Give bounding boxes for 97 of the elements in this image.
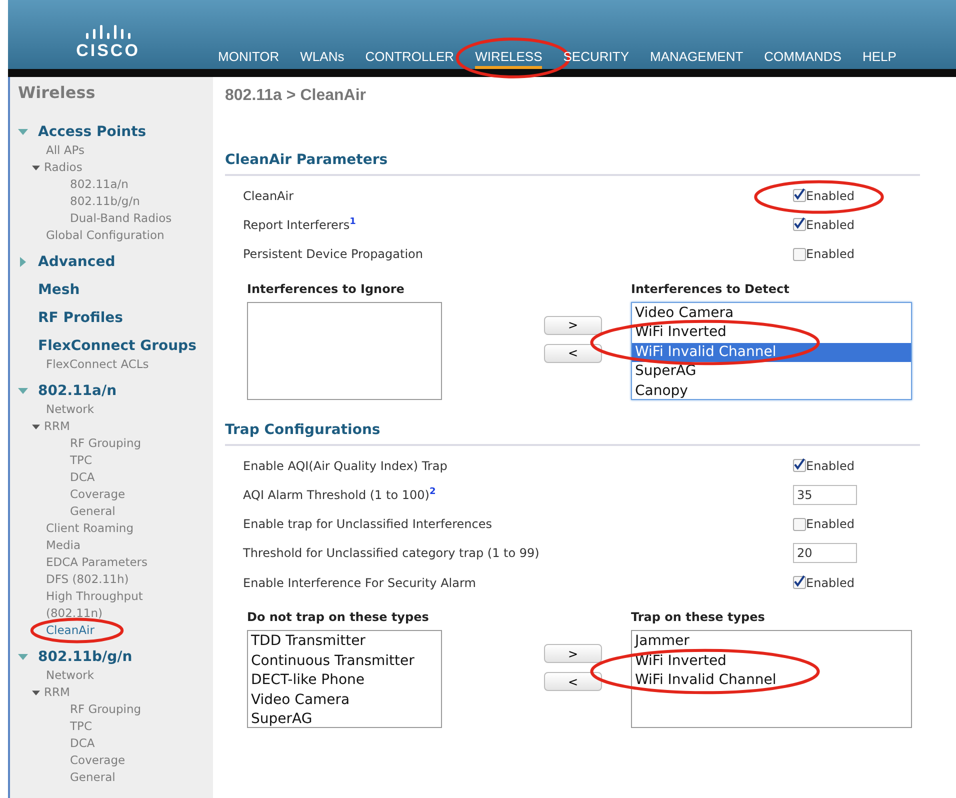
section-heading: CleanAir Parameters — [225, 152, 920, 176]
sidebar-item[interactable]: TPC — [70, 452, 92, 469]
list-title: Do not trap on these types — [247, 610, 430, 626]
sidebar-section[interactable]: RF Profiles — [38, 310, 124, 326]
checkbox-label: Enabled — [806, 188, 854, 203]
logo-bars-icon — [84, 25, 132, 41]
list-option[interactable]: Canopy — [632, 382, 911, 402]
nav-tab[interactable]: COMMANDS — [764, 49, 842, 69]
nav-tab[interactable]: WLANs — [300, 49, 344, 69]
list-option[interactable]: Continuous Transmitter — [248, 652, 441, 672]
sidebar-section[interactable]: 802.11b/g/n — [38, 649, 132, 665]
sidebar-item[interactable]: RF Grouping — [70, 435, 142, 452]
move-left-button[interactable]: < — [544, 344, 602, 363]
sidebar-item[interactable]: General — [70, 503, 116, 520]
field-label: Enable AQI(Air Quality Index) Trap — [243, 458, 448, 473]
sidebar-title: Wireless — [18, 83, 96, 102]
sidebar-item[interactable]: DCA — [70, 469, 95, 486]
caret-icon[interactable] — [32, 164, 40, 172]
list-title: Interferences to Ignore — [247, 282, 406, 298]
input-field[interactable]: 35 — [793, 484, 857, 505]
list-option[interactable]: WiFi Inverted — [632, 323, 911, 343]
sidebar-item[interactable]: Radios — [44, 159, 82, 176]
nav-tab[interactable]: MONITOR — [218, 49, 280, 69]
list-title: Interferences to Detect — [631, 282, 790, 298]
sidebar-item[interactable]: Media — [46, 537, 81, 554]
checkbox[interactable] — [793, 189, 806, 202]
list-option[interactable]: DECT-like Phone — [248, 671, 441, 691]
page-title: 802.11a > CleanAir — [225, 87, 367, 105]
checkbox-label: Enabled — [806, 517, 854, 532]
nav-tab[interactable]: CONTROLLER — [365, 49, 454, 69]
sidebar-section[interactable]: 802.11a/n — [38, 383, 117, 399]
list-box[interactable]: Video Camera WiFi Inverted WiFi Invalid Channel SuperAG Canopy — [631, 302, 912, 400]
sidebar-section[interactable]: Advanced — [38, 254, 116, 270]
list-option[interactable]: Jammer — [632, 632, 911, 652]
sidebar-item[interactable]: Coverage — [70, 486, 126, 503]
sidebar-item[interactable]: High Throughput (802.11n) — [46, 588, 196, 622]
caret-icon[interactable] — [32, 423, 40, 431]
list-option[interactable]: WiFi Inverted — [632, 652, 911, 672]
list-option[interactable]: Video Camera — [248, 690, 441, 710]
field-label: Enable trap for Unclassified Interferences — [243, 517, 493, 532]
sidebar-item[interactable]: General — [70, 769, 116, 786]
list-box[interactable]: TDD Transmitter Continuous Transmitter DECT-like Phone Video Camera SuperAG — [247, 630, 442, 728]
field-label: Report Interferers$^{1}$ — [243, 217, 357, 232]
field-label: Persistent Device Propagation — [243, 247, 424, 262]
move-right-button[interactable]: > — [544, 316, 602, 335]
checkbox-label: Enabled — [806, 218, 854, 232]
checkbox[interactable] — [793, 459, 806, 472]
caret-icon[interactable] — [32, 689, 40, 697]
move-left-button[interactable]: < — [544, 672, 602, 692]
sidebar-section[interactable]: Mesh — [38, 282, 80, 298]
checkbox[interactable] — [793, 248, 806, 261]
sidebar-item[interactable]: Network — [46, 667, 94, 684]
field-label: CleanAir — [243, 188, 295, 203]
sidebar-item[interactable]: RRM — [44, 418, 70, 435]
sidebar-item[interactable]: 802.11b/g/n — [70, 193, 140, 210]
footnote-link[interactable]: 1 — [350, 217, 356, 228]
footnote-link[interactable]: 2 — [429, 487, 436, 498]
sidebar-item[interactable]: Coverage — [70, 752, 126, 769]
checkbox-label: Enabled — [806, 576, 854, 590]
list-option[interactable]: SuperAG — [248, 710, 441, 730]
list-box[interactable] — [247, 302, 442, 400]
sidebar-item[interactable]: EDCA Parameters — [46, 554, 148, 571]
move-right-button[interactable]: > — [544, 644, 602, 664]
nav-tab[interactable]: HELP — [862, 49, 896, 69]
sidebar-item[interactable]: Global Configuration — [46, 227, 164, 244]
sidebar-item[interactable]: All APs — [46, 142, 85, 159]
list-box[interactable]: Jammer WiFi Inverted WiFi Invalid Channel — [631, 630, 912, 728]
sidebar-item[interactable]: DCA — [70, 735, 95, 752]
nav-tab[interactable]: MANAGEMENT — [650, 49, 744, 69]
checkbox-label: Enabled — [806, 247, 854, 262]
list-option[interactable]: TDD Transmitter — [248, 632, 441, 652]
sidebar-item[interactable]: TPC — [70, 718, 92, 735]
field-label: Enable Interference For Security Alarm — [243, 576, 477, 590]
checkbox[interactable] — [793, 218, 806, 232]
field-label: AQI Alarm Threshold (1 to 100)$^{2}$ — [243, 487, 437, 502]
list-option[interactable]: WiFi Invalid Channel — [632, 671, 911, 691]
sidebar-section[interactable]: FlexConnect Groups — [38, 338, 196, 354]
sidebar-section[interactable]: Access Points — [38, 124, 146, 140]
sidebar-item[interactable]: 802.11a/n — [70, 176, 128, 193]
list-title: Trap on these types — [631, 610, 766, 626]
list-option[interactable]: Video Camera — [632, 304, 911, 324]
checkbox[interactable] — [793, 576, 806, 590]
sidebar-item[interactable]: Dual-Band Radios — [70, 210, 172, 227]
sidebar-item[interactable]: FlexConnect ACLs — [46, 356, 149, 373]
section-heading: Trap Configurations — [225, 422, 920, 446]
logo-text: CISCO — [76, 41, 140, 61]
sidebar-item[interactable]: RF Grouping — [70, 701, 142, 718]
field-label: Threshold for Unclassified category trap (1 to 99) — [243, 546, 540, 560]
sidebar-item[interactable]: Client Roaming — [46, 520, 134, 537]
list-option[interactable]: SuperAG — [632, 362, 911, 382]
input-field[interactable]: 20 — [793, 543, 857, 564]
checkbox-label: Enabled — [806, 458, 854, 473]
sidebar-item[interactable]: Network — [46, 401, 94, 418]
sidebar-item[interactable]: DFS (802.11h) — [46, 571, 129, 588]
checkbox[interactable] — [793, 518, 806, 531]
sidebar-item[interactable]: RRM — [44, 684, 70, 701]
list-option[interactable]: WiFi Invalid Channel — [632, 342, 911, 362]
